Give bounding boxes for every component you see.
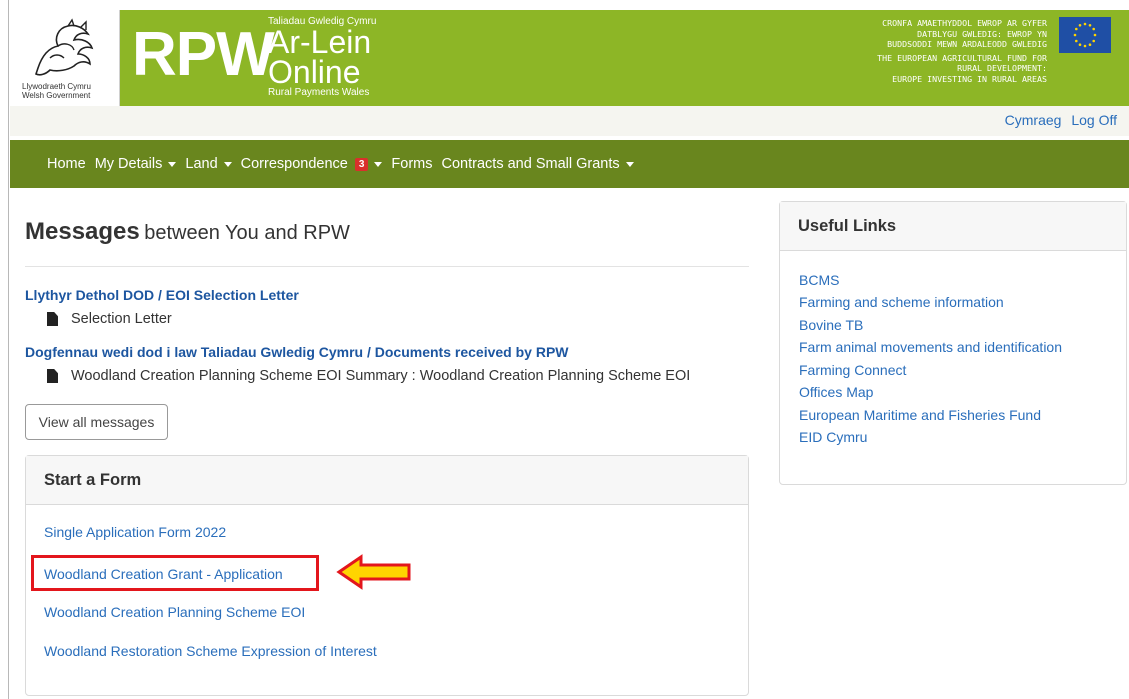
eu-english-line: RURAL DEVELOPMENT: [957,63,1047,73]
form-link-woodland-restoration[interactable]: Woodland Restoration Scheme Expression o… [44,643,377,659]
message-document[interactable]: Selection Letter [47,311,172,327]
unread-count-badge: 3 [354,157,369,171]
useful-link-animal-movements[interactable]: Farm animal movements and identification [799,339,1062,355]
nav-land[interactable]: Land [185,156,232,172]
page-edge [8,0,9,699]
nav-correspondence[interactable]: Correspondence 3 [241,156,383,172]
dragon-icon [35,18,94,76]
eu-funding-text: CRONFA AMAETHYDDOL EWROP AR GYFER DATBLY… [877,18,1047,84]
gov-text-welsh: Llywodraeth Cymru [22,82,91,91]
rural-payments-wales-text: Rural Payments Wales [268,87,370,98]
nav-correspondence-label: Correspondence [240,156,348,172]
useful-link-farming-scheme-info[interactable]: Farming and scheme information [799,294,1004,310]
welsh-government-logo[interactable]: Llywodraeth Cymru Welsh Government [10,10,120,106]
useful-links-heading: Useful Links [780,202,1126,251]
divider [25,266,749,267]
nav-my-details[interactable]: My Details [95,156,177,172]
rpw-logo-text: RPW [132,20,275,89]
message-document[interactable]: Woodland Creation Planning Scheme EOI Su… [47,368,690,384]
ar-lein-text: Ar-Lein [268,24,372,60]
header-banner: Llywodraeth Cymru Welsh Government RPW T… [10,10,1129,106]
page-title-sub: between You and RPW [144,222,350,244]
cymraeg-link[interactable]: Cymraeg [1005,112,1062,128]
highlight-box [31,555,319,591]
document-icon [47,369,58,383]
useful-link-farming-connect[interactable]: Farming Connect [799,362,906,378]
message-document-label: Woodland Creation Planning Scheme EOI Su… [71,368,691,384]
chevron-down-icon [625,161,634,167]
useful-link-bovine-tb[interactable]: Bovine TB [799,317,863,333]
eu-english-line: EUROPE INVESTING IN RURAL AREAS [892,73,1047,84]
useful-links-panel: Useful Links BCMS Farming and scheme inf… [779,201,1127,485]
eu-welsh-line: CRONFA AMAETHYDDOL EWROP AR GYFER [882,18,1047,28]
form-link-woodland-creation-planning[interactable]: Woodland Creation Planning Scheme EOI [44,604,305,620]
message-title-link[interactable]: Llythyr Dethol DOD / EOI Selection Lette… [25,287,299,303]
gov-text: Llywodraeth Cymru Welsh Government [22,82,91,100]
ar-lein-logo: Taliadau Gwledig Cymru Ar-Lein Online Ru… [268,16,376,99]
useful-link-bcms[interactable]: BCMS [799,272,839,288]
view-all-messages-button[interactable]: View all messages [25,404,168,440]
useful-link-eid-cymru[interactable]: EID Cymru [799,429,867,445]
log-off-link[interactable]: Log Off [1071,112,1117,128]
utility-links: Cymraeg Log Off [999,112,1117,128]
nav-forms[interactable]: Forms [391,156,432,172]
pointer-arrow-icon [336,554,411,590]
nav-home[interactable]: Home [47,156,86,172]
gov-text-english: Welsh Government [22,91,91,100]
message-document-label: Selection Letter [71,311,172,327]
utility-bar: Cymraeg Log Off [10,106,1129,136]
nav-contracts-label: Contracts and Small Grants [441,156,620,172]
main-nav: Home My Details Land Correspondence 3 For… [10,140,1129,188]
nav-forms-label: Forms [391,156,433,172]
eu-welsh-line: DATBLYGU GWLEDIG: EWROP YN [917,28,1047,39]
document-icon [47,312,58,326]
eu-welsh-line: BUDDSODDI MEWN ARDALEODD GWLEDIG [887,39,1047,49]
eu-flag-icon [1059,17,1111,53]
chevron-down-icon [223,161,232,167]
start-form-heading: Start a Form [26,456,748,505]
eu-english-line: THE EUROPEAN AGRICULTURAL FUND FOR [877,52,1047,63]
form-link-single-application[interactable]: Single Application Form 2022 [44,524,226,540]
nav-my-details-label: My Details [94,156,163,172]
page-title-main: Messages [25,218,140,245]
useful-link-offices-map[interactable]: Offices Map [799,384,873,400]
chevron-down-icon [374,161,383,167]
useful-link-maritime-fisheries[interactable]: European Maritime and Fisheries Fund [799,407,1041,423]
page-title: Messages between You and RPW [25,218,350,246]
chevron-down-icon [168,161,177,167]
nav-land-label: Land [185,156,218,172]
message-title-link[interactable]: Dogfennau wedi dod i law Taliadau Gwledi… [25,344,569,360]
nav-home-label: Home [47,156,86,172]
online-text: Online [268,54,361,90]
nav-contracts[interactable]: Contracts and Small Grants [442,156,634,172]
